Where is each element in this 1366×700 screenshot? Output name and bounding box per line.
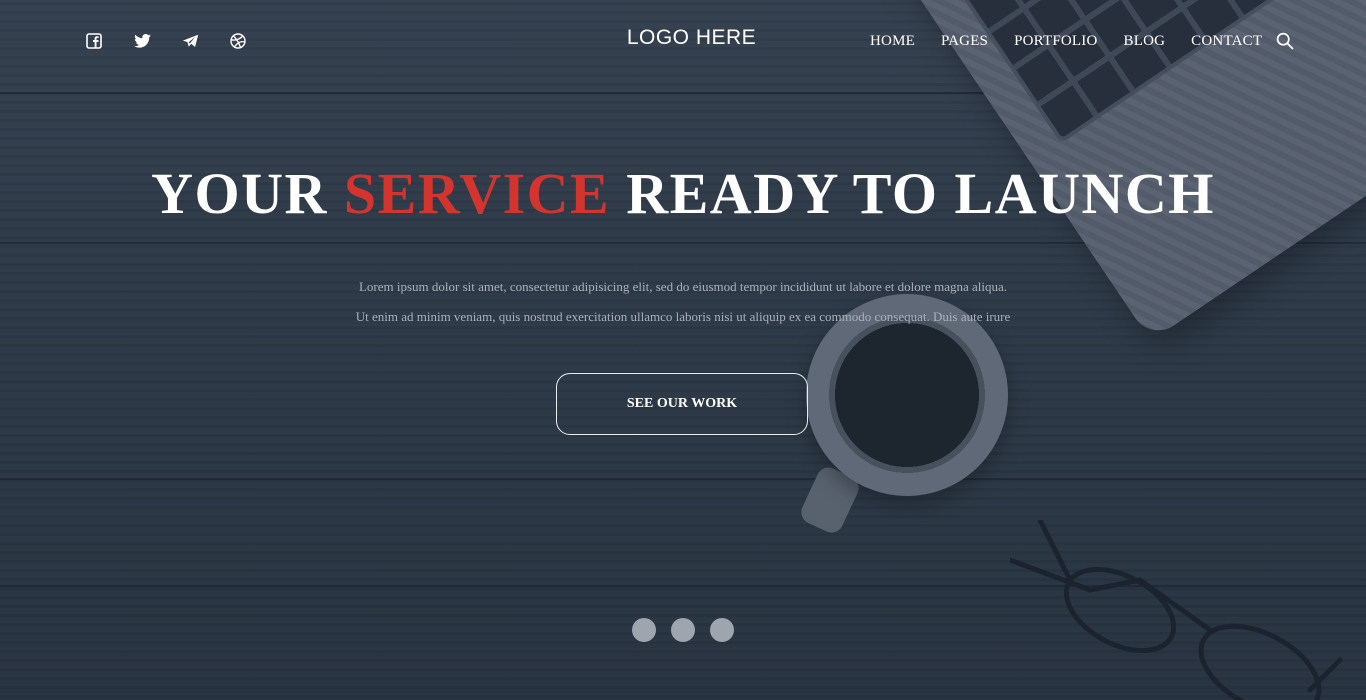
nav-portfolio[interactable]: PORTFOLIO [1014, 33, 1097, 50]
hero-description-line2: Ut enim ad minim veniam, quis nostrud ex… [355, 309, 1011, 324]
slider-pagination [632, 618, 734, 642]
hero-description-line1: Lorem ipsum dolor sit amet, consectetur … [358, 279, 1008, 294]
site-logo[interactable]: LOGO HERE [600, 26, 783, 50]
hero-title-part2: READY TO LAUNCH [626, 161, 1215, 226]
social-links [82, 30, 250, 52]
slider-dot-2[interactable] [671, 618, 695, 642]
main-nav: HOME PAGES PORTFOLIO BLOG CONTACT [870, 30, 1296, 52]
telegram-icon[interactable] [178, 30, 202, 52]
nav-contact[interactable]: CONTACT [1191, 33, 1262, 50]
hero-title-accent: SERVICE [343, 161, 611, 226]
hero-title-part1: YOUR [151, 161, 328, 226]
slider-dot-1[interactable] [632, 618, 656, 642]
nav-home[interactable]: HOME [870, 33, 915, 50]
twitter-icon[interactable] [130, 30, 154, 52]
search-icon[interactable] [1274, 30, 1296, 52]
hero-title: YOUR SERVICE READY TO LAUNCH [0, 160, 1366, 227]
hero-section: LOGO HERE HOME PAGES PORTFOLIO BLOG CONT… [0, 0, 1366, 700]
dribbble-icon[interactable] [226, 30, 250, 52]
see-our-work-button[interactable]: SEE OUR WORK [556, 373, 808, 435]
slider-dot-3[interactable] [710, 618, 734, 642]
site-header: LOGO HERE HOME PAGES PORTFOLIO BLOG CONT… [0, 0, 1366, 82]
nav-blog[interactable]: BLOG [1124, 33, 1166, 50]
nav-pages[interactable]: PAGES [941, 33, 988, 50]
facebook-icon[interactable] [82, 30, 106, 52]
background-overlay [0, 0, 1366, 700]
